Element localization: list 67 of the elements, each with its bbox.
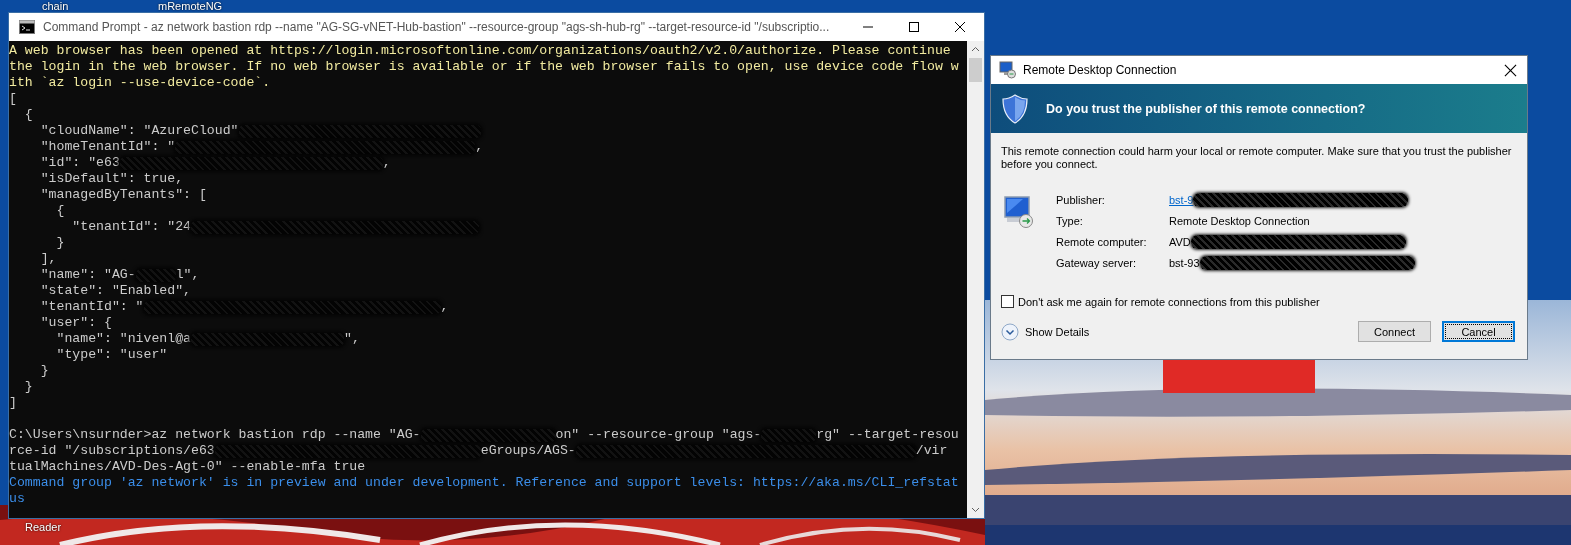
dialog-button[interactable]: Connect [1358, 321, 1431, 342]
checkbox-label[interactable]: Don't ask me again for remote connections from this publisher [1018, 295, 1320, 308]
show-details-link[interactable]: Show Details [1025, 325, 1090, 338]
desktop-icon-label[interactable]: chain [42, 0, 69, 12]
maximize-icon[interactable] [908, 21, 920, 33]
warning-text: This remote connection could harm your local or remote computer. Make sure that you trust the publisher before you connect. [1001, 145, 1513, 171]
window-title: Command Prompt - az network bastion rdp --name "AG-SG-vNET-Hub-bastion" --resource-group "ags-sh-hub-rg" --target-resource-id "/subscriptio... [43, 20, 831, 34]
console-text: "user": { [39, 315, 112, 331]
terminal-icon [19, 20, 35, 34]
field-value: Remote Desktop Connection [1169, 214, 1310, 227]
console-text: "cloudName": "AzureCloud" [39, 123, 239, 139]
console-text: tualMachines/AVD-Des-Agt-0" --enable-mfa true [9, 459, 366, 475]
console-text: on" --resource-group "ags- [555, 427, 762, 443]
console-text: rce-id "/subscriptions/e63 [9, 443, 215, 459]
console-text: { [55, 203, 65, 219]
console-text: l", [175, 267, 200, 283]
field-label: Remote computer: [1056, 235, 1148, 248]
console-text: "state": "Enabled", [39, 283, 192, 299]
shield-icon [1002, 93, 1028, 124]
console-text: "isDefault": true, [39, 171, 184, 187]
console-text: C:\Users\nsurnder>az network bastion rdp --name "AG- [9, 427, 421, 443]
console-text: "type": "user" [55, 347, 168, 363]
console-text: } [55, 235, 65, 251]
field-value: bst-93 [1169, 256, 1200, 269]
desktop-icon-label[interactable]: Reader [25, 521, 62, 533]
console-text: "name": "nivenl@a [55, 331, 192, 347]
close-icon[interactable] [954, 21, 966, 33]
dialog-button[interactable]: Cancel [1442, 321, 1515, 342]
console-text: "homeTenantId": " [39, 139, 176, 155]
console-text: "managedByTenants": [ [39, 187, 207, 203]
field-label: Publisher: [1056, 193, 1106, 206]
console-text: , [440, 299, 449, 315]
console-text: "tenantId": "24 [71, 219, 192, 235]
expand-icon[interactable] [1001, 322, 1019, 341]
console-text: [ [9, 91, 17, 107]
field-label: Type: [1056, 214, 1084, 227]
console-text: A web browser has been opened at https://login.microsoftonline.com/organizations/oauth2/v2.0/authorize. Please continue [9, 43, 951, 59]
console-text: rg" --target-resou [816, 427, 959, 443]
console-text: } [39, 363, 49, 379]
console-text: } [23, 379, 33, 395]
console-text: ], [39, 251, 57, 267]
close-icon[interactable] [1504, 63, 1517, 77]
window-title: Remote Desktop Connection [1023, 63, 1178, 77]
console-text: the login in the web browser. If no web browser is available or if the web browser fails to open, use device code flow w [9, 59, 959, 75]
publisher-link[interactable]: bst-9 [1169, 193, 1194, 206]
console-text: ", [344, 331, 360, 347]
field-value: AVD [1169, 235, 1191, 248]
desktop-icon-label[interactable]: mRemoteNG [158, 0, 223, 12]
scrollbar[interactable] [967, 41, 984, 518]
console-text: { [23, 107, 33, 123]
field-label: Gateway server: [1056, 256, 1138, 269]
console-text: "tenantId": " [39, 299, 144, 315]
console-text: us [9, 491, 25, 507]
console-text: /vir [915, 443, 948, 459]
console-text: "id": "e63 [39, 155, 120, 171]
console-text: ith `az login --use-device-code`. [9, 75, 271, 91]
scrollbar-thumb[interactable] [969, 58, 982, 82]
console-text: Command group 'az network' is in preview and under development. Reference and support levels: https://aka.ms/CLI_refstat [9, 475, 959, 491]
console-text: ] [9, 395, 17, 411]
console-text: eGroups/AGS- [480, 443, 576, 459]
monitor-icon [999, 61, 1017, 79]
checkbox[interactable] [1001, 295, 1014, 308]
computer-icon [1003, 195, 1035, 229]
dialog-heading: Do you trust the publisher of this remote connection? [1046, 101, 1366, 116]
console-text: , [475, 139, 484, 155]
console-text: , [382, 155, 391, 171]
console-text: "name": "AG- [39, 267, 136, 283]
